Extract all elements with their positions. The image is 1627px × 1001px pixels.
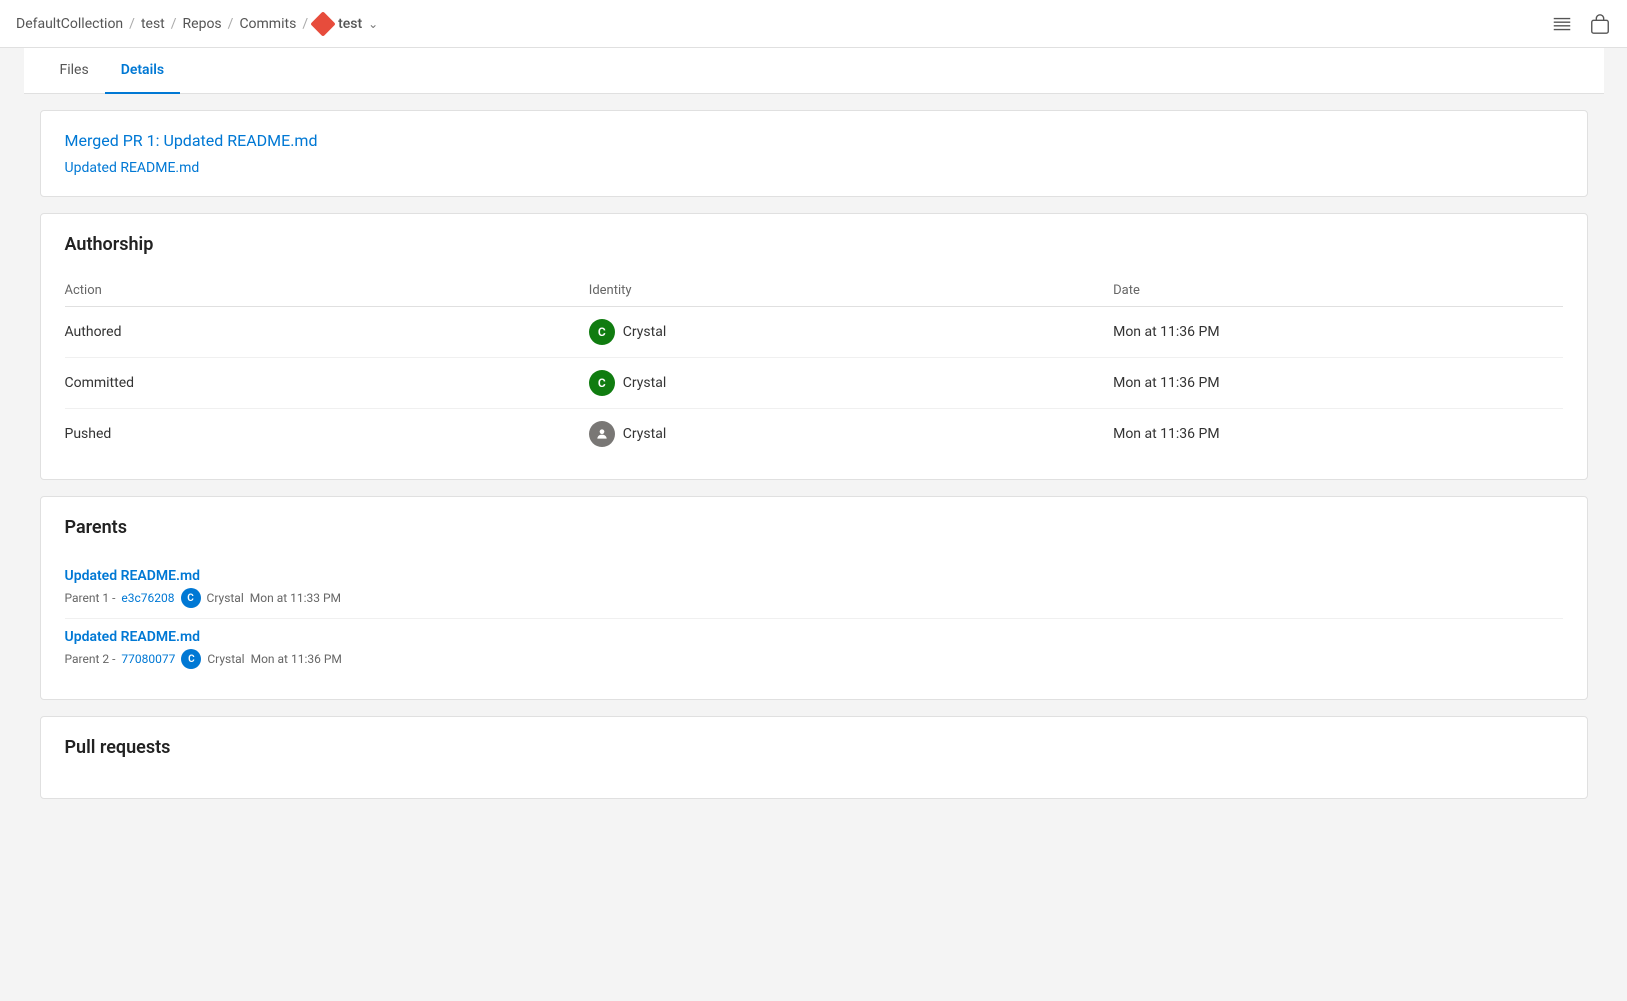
- parent-label: Parent 1 -: [65, 591, 116, 605]
- identity-name: Crystal: [623, 426, 666, 442]
- col-header-action: Action: [65, 275, 589, 307]
- top-bar-actions: [1551, 13, 1611, 35]
- list-icon[interactable]: [1551, 13, 1573, 35]
- authorship-date: Mon at 11:36 PM: [1113, 358, 1562, 409]
- commit-title[interactable]: Merged PR 1: Updated README.md: [65, 131, 1563, 150]
- authorship-table: Action Identity Date AuthoredC Crystal Mon…: [65, 275, 1563, 459]
- authorship-date: Mon at 11:36 PM: [1113, 307, 1562, 358]
- parent-hash[interactable]: e3c76208: [121, 591, 174, 605]
- chevron-down-icon[interactable]: ⌄: [368, 17, 378, 31]
- parent-item: Updated README.md Parent 1 - e3c76208 C Crys…: [65, 558, 1563, 619]
- main-content: Files Details Merged PR 1: Updated READM…: [24, 48, 1604, 799]
- tab-files[interactable]: Files: [44, 48, 105, 94]
- breadcrumb-sep2: /: [171, 16, 177, 32]
- tab-details[interactable]: Details: [105, 48, 180, 94]
- col-header-date: Date: [1113, 275, 1562, 307]
- breadcrumb-sep4: /: [302, 16, 308, 32]
- parent-date: Mon at 11:36 PM: [251, 652, 342, 666]
- authorship-title: Authorship: [65, 234, 1563, 255]
- commit-message-card: Merged PR 1: Updated README.md Updated R…: [40, 110, 1588, 197]
- authorship-row: CommittedC Crystal Mon at 11:36 PM: [65, 358, 1563, 409]
- parent-author-name: Crystal: [207, 591, 244, 605]
- identity-name: Crystal: [623, 375, 666, 391]
- breadcrumb-collection[interactable]: DefaultCollection: [16, 16, 123, 32]
- parent-item: Updated README.md Parent 2 - 77080077 C Crys…: [65, 619, 1563, 679]
- authorship-date: Mon at 11:36 PM: [1113, 409, 1562, 460]
- pull-requests-card: Pull requests: [40, 716, 1588, 799]
- authorship-row: AuthoredC Crystal Mon at 11:36 PM: [65, 307, 1563, 358]
- parent-label: Parent 2 -: [65, 652, 116, 666]
- authorship-card: Authorship Action Identity Date Authored…: [40, 213, 1588, 480]
- breadcrumb-test1[interactable]: test: [141, 16, 165, 32]
- parent-date: Mon at 11:33 PM: [250, 591, 341, 605]
- breadcrumb-repo-name[interactable]: test: [338, 16, 362, 32]
- parents-list: Updated README.md Parent 1 - e3c76208 C Crys…: [65, 558, 1563, 679]
- authorship-action: Pushed: [65, 409, 589, 460]
- identity-avatar: C: [589, 370, 615, 396]
- col-header-identity: Identity: [589, 275, 1113, 307]
- parents-card: Parents Updated README.md Parent 1 - e3c76…: [40, 496, 1588, 700]
- authorship-action: Authored: [65, 307, 589, 358]
- parent-meta: Parent 1 - e3c76208 C Crystal Mon at 11:33 P…: [65, 588, 1563, 608]
- parent-title[interactable]: Updated README.md: [65, 629, 1563, 645]
- bag-icon[interactable]: [1589, 13, 1611, 35]
- breadcrumb: DefaultCollection / test / Repos / Commi…: [16, 15, 378, 33]
- parent-avatar: C: [181, 649, 201, 669]
- identity-avatar: C: [589, 319, 615, 345]
- parent-author-name: Crystal: [207, 652, 244, 666]
- authorship-row: Pushed Crystal Mon at 11:36 PM: [65, 409, 1563, 460]
- breadcrumb-commits[interactable]: Commits: [239, 16, 296, 32]
- tab-bar: Files Details: [24, 48, 1604, 94]
- authorship-identity: C Crystal: [589, 307, 1113, 358]
- identity-name: Crystal: [623, 324, 666, 340]
- identity-avatar: [589, 421, 615, 447]
- repo-icon: [310, 11, 335, 36]
- authorship-identity: Crystal: [589, 409, 1113, 460]
- pull-requests-title: Pull requests: [65, 737, 1563, 758]
- breadcrumb-repos[interactable]: Repos: [183, 16, 222, 32]
- parent-hash[interactable]: 77080077: [121, 652, 175, 666]
- parent-title[interactable]: Updated README.md: [65, 568, 1563, 584]
- breadcrumb-sep1: /: [129, 16, 135, 32]
- parent-avatar: C: [181, 588, 201, 608]
- authorship-action: Committed: [65, 358, 589, 409]
- authorship-identity: C Crystal: [589, 358, 1113, 409]
- breadcrumb-active-repo: test ⌄: [314, 15, 378, 33]
- commit-body[interactable]: Updated README.md: [65, 160, 1563, 176]
- parent-meta: Parent 2 - 77080077 C Crystal Mon at 11:36 P…: [65, 649, 1563, 669]
- parents-title: Parents: [65, 517, 1563, 538]
- breadcrumb-sep3: /: [228, 16, 234, 32]
- top-bar: DefaultCollection / test / Repos / Commi…: [0, 0, 1627, 48]
